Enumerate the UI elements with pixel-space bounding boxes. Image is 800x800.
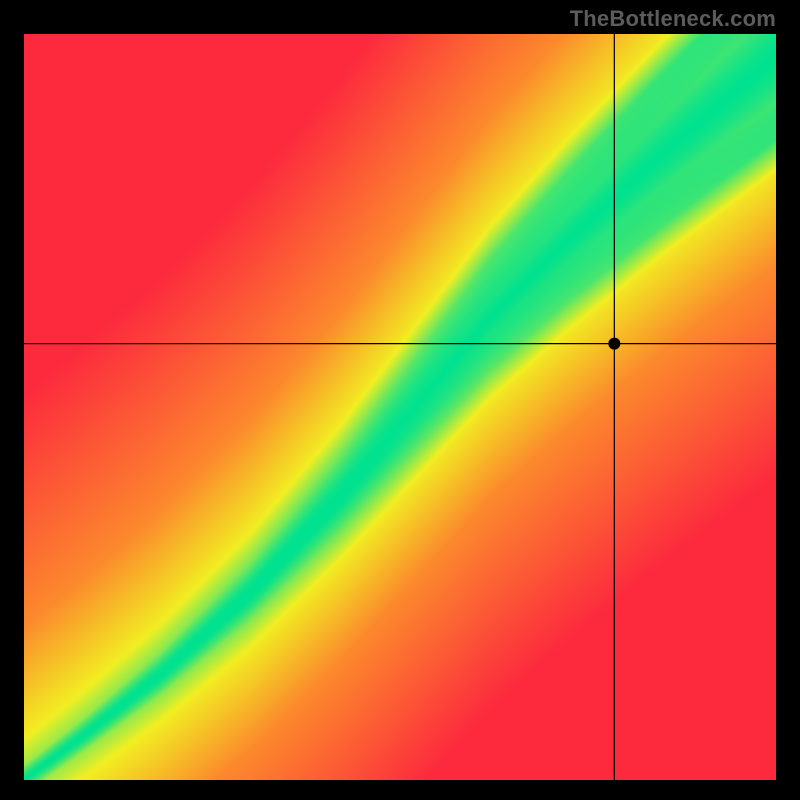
watermark: TheBottleneck.com [570,6,776,32]
heatmap-canvas [24,34,776,780]
chart-frame: TheBottleneck.com [0,0,800,800]
plot-area [24,34,776,780]
